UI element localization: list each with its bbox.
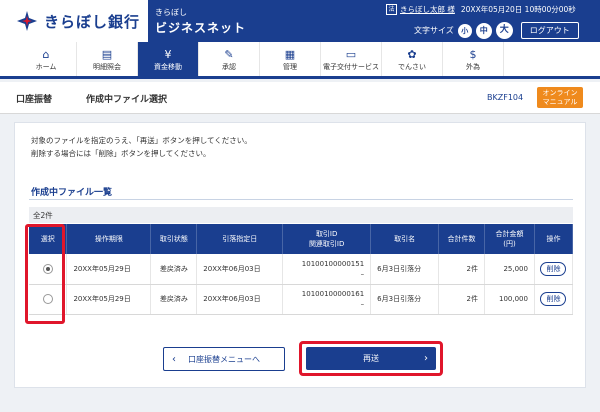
instruction-line1: 対象のファイルを指定のうえ、「再送」ボタンを押してください。 <box>31 136 252 145</box>
user-line: 法 きらぼし太郎 様 20XX年05月20日 10時00分00秒 <box>386 4 576 15</box>
screen-code: BKZF104 <box>487 93 524 102</box>
resend-button[interactable]: 再送 › <box>306 347 436 370</box>
nav-approve[interactable]: ✎ 承認 <box>199 42 260 76</box>
title-bar: 口座振替 作成中ファイル選択 BKZF104 オンライン マニュアル <box>0 82 600 114</box>
bank-name: きらぼし銀行 <box>44 12 141 31</box>
nav-fund-transfer[interactable]: ¥ 資金移動 <box>138 42 199 76</box>
trade-id: 10100100000161 <box>301 290 365 298</box>
manual-line2: マニュアル <box>542 98 578 106</box>
logout-button[interactable]: ログアウト <box>520 22 579 39</box>
forex-icon: $ <box>469 47 477 61</box>
trade-id-cell: 10100100000161 – <box>282 284 372 315</box>
count-bar: 全2件 <box>29 207 573 223</box>
th-deadline: 操作期限 <box>66 224 152 254</box>
delete-button[interactable]: 削除 <box>540 261 567 276</box>
chevron-right-icon: › <box>424 353 428 364</box>
home-icon: ⌂ <box>42 47 50 61</box>
resend-highlight: 再送 › <box>299 341 443 376</box>
deadline-cell: 20XX年05月29日 <box>66 254 152 285</box>
nav-home[interactable]: ⌂ ホーム <box>16 42 77 76</box>
font-size-label: 文字サイズ <box>414 26 454 35</box>
service-banner: きらぼし ビジネスネット <box>148 0 378 42</box>
back-label: 口座振替メニューへ <box>188 354 260 364</box>
nav-densai[interactable]: ✿ でんさい <box>382 42 443 76</box>
service-small: きらぼし <box>155 8 187 17</box>
action-cell: 削除 <box>534 284 574 315</box>
font-mid-button[interactable]: 中 <box>475 22 492 39</box>
name-cell: 6月3日引落分 <box>370 254 440 285</box>
th-amount: 合計金額 (円) <box>484 224 535 254</box>
manual-line1: オンライン <box>542 89 578 97</box>
action-cell: 削除 <box>534 254 574 285</box>
corporate-user-icon: 法 <box>386 4 397 15</box>
e-delivery-icon: ▭ <box>345 47 357 61</box>
th-trade-id: 取引ID 関連取引ID <box>282 224 372 254</box>
table-row: 20XX年05月29日 差戻済み 20XX年06月03日 10100100000… <box>29 284 574 315</box>
user-name-link[interactable]: きらぼし太郎 様 <box>400 4 455 15</box>
online-manual-button[interactable]: オンライン マニュアル <box>537 87 583 108</box>
selection-highlight <box>25 224 65 324</box>
th-count: 合計件数 <box>438 224 485 254</box>
nav-e-delivery[interactable]: ▭ 電子交付サービス <box>321 42 382 76</box>
nav-admin[interactable]: ▦ 管理 <box>260 42 321 76</box>
date-cell: 20XX年06月03日 <box>196 254 284 285</box>
trade-id: 10100100000151 <box>301 259 365 268</box>
chevron-left-icon: ‹ <box>172 353 176 365</box>
list-title: 作成中ファイル一覧 <box>31 188 113 198</box>
login-datetime: 20XX年05月20日 10時00分00秒 <box>460 5 576 14</box>
font-small-button[interactable]: 小 <box>457 23 472 38</box>
count-cell: 2件 <box>438 254 485 285</box>
page-category: 口座振替 <box>16 95 53 105</box>
deadline-cell: 20XX年05月29日 <box>66 284 152 315</box>
delete-button[interactable]: 削除 <box>540 292 567 306</box>
page-title: 作成中ファイル選択 <box>86 95 168 105</box>
amount-cell: 100,000 <box>484 284 535 315</box>
record-count: 全2件 <box>33 211 53 220</box>
count-cell: 2件 <box>438 284 485 315</box>
divider <box>29 199 573 200</box>
nav-statement[interactable]: ▤ 明細照会 <box>77 42 138 76</box>
date-cell: 20XX年06月03日 <box>196 284 284 315</box>
font-size-switch: 文字サイズ 小 中 大 ログアウト <box>414 22 579 39</box>
yen-icon: ¥ <box>164 47 172 61</box>
th-date: 引落指定日 <box>196 224 284 254</box>
file-table: 選択 操作期限 取引状態 引落指定日 取引ID 関連取引ID 取引名 合計件数 … <box>29 224 574 315</box>
admin-icon: ▦ <box>284 47 296 61</box>
status-cell: 差戻済み <box>150 254 198 285</box>
table-row: 20XX年05月29日 差戻済み 20XX年06月03日 10100100000… <box>29 254 574 285</box>
densai-icon: ✿ <box>407 47 417 61</box>
th-action: 操作 <box>534 224 574 254</box>
name-cell: 6月3日引落分 <box>370 284 440 315</box>
service-name: ビジネスネット <box>155 21 247 35</box>
th-status: 取引状態 <box>150 224 198 254</box>
star-logo-icon <box>17 11 37 31</box>
th-name: 取引名 <box>370 224 440 254</box>
user-area: 法 きらぼし太郎 様 20XX年05月20日 10時00分00秒 文字サイズ 小… <box>378 0 600 42</box>
nav-forex[interactable]: $ 外為 <box>443 42 504 76</box>
document-icon: ▤ <box>101 47 113 61</box>
back-to-menu-button[interactable]: ‹ 口座振替メニューへ <box>163 347 285 371</box>
table-header-row: 選択 操作期限 取引状態 引落指定日 取引ID 関連取引ID 取引名 合計件数 … <box>29 224 574 254</box>
related-id: – <box>360 300 365 308</box>
bank-logo: きらぼし銀行 <box>16 6 144 36</box>
header: きらぼし銀行 きらぼし ビジネスネット 法 きらぼし太郎 様 20XX年05月2… <box>0 0 600 42</box>
approve-icon: ✎ <box>224 47 234 61</box>
related-id: – <box>360 269 365 278</box>
trade-id-cell: 10100100000151– <box>282 254 372 285</box>
resend-label: 再送 <box>363 354 379 363</box>
instruction-line2: 削除する場合には「削除」ボタンを押してください。 <box>31 149 211 158</box>
global-nav: ⌂ ホーム ▤ 明細照会 ¥ 資金移動 ✎ 承認 ▦ 管理 ▭ 電子交付サービス ✿ でんさい… <box>0 42 600 79</box>
status-cell: 差戻済み <box>150 284 198 315</box>
amount-cell: 25,000 <box>484 254 535 285</box>
font-big-button[interactable]: 大 <box>495 22 513 39</box>
